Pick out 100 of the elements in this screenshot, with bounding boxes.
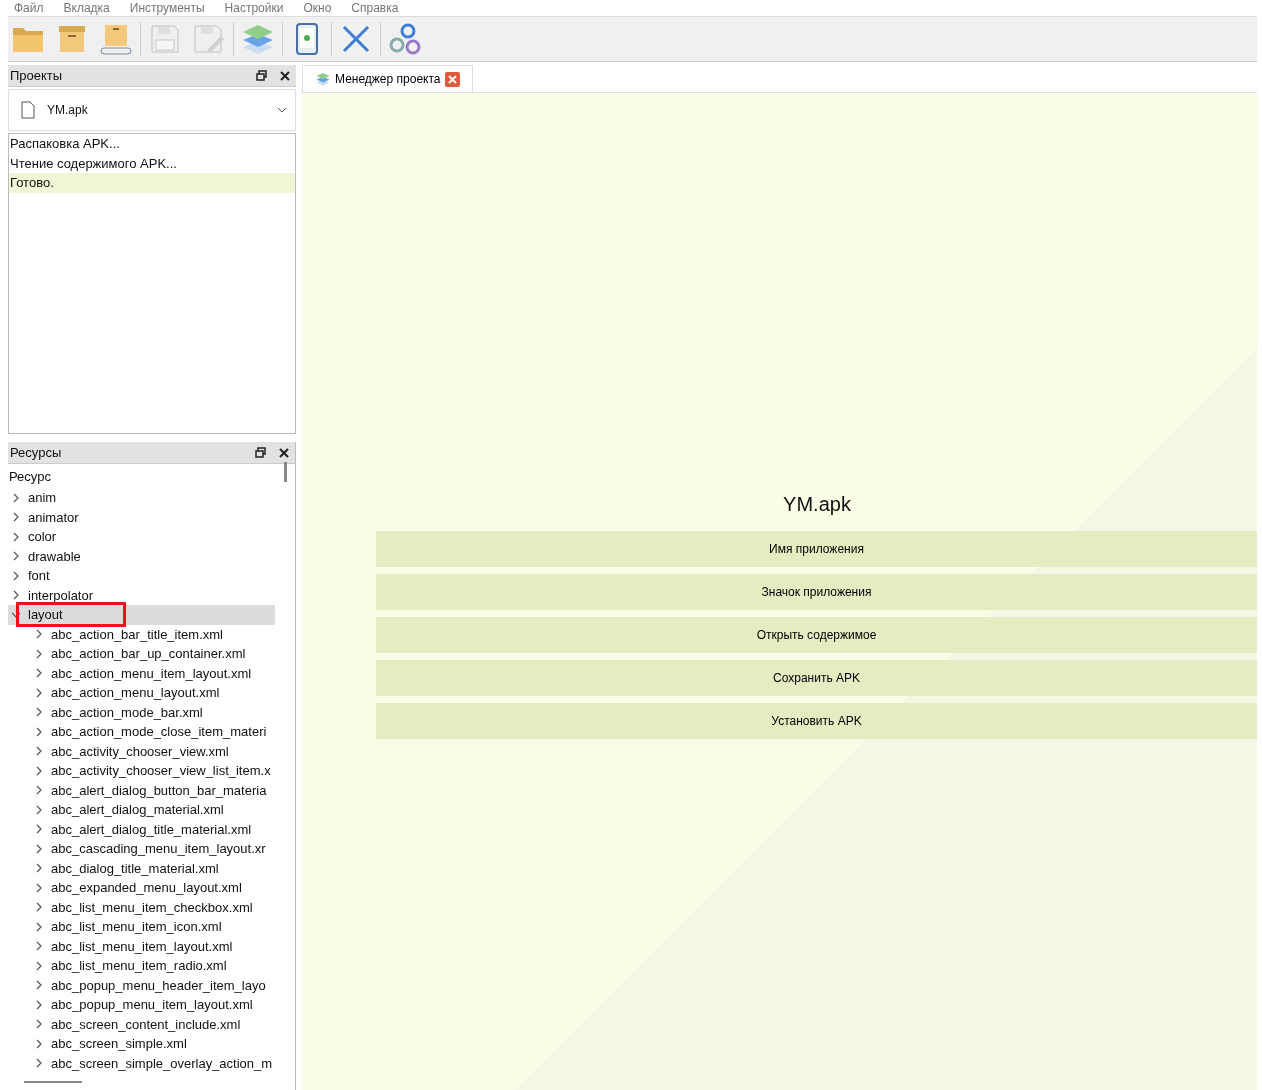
tree-item[interactable]: abc_cascading_menu_item_layout.xr — [8, 839, 275, 859]
chevron-right-icon[interactable] — [12, 551, 20, 562]
chevron-right-icon[interactable] — [35, 804, 43, 815]
tree-item[interactable]: abc_screen_content_include.xml — [8, 1014, 275, 1034]
tree-item[interactable]: drawable — [8, 546, 275, 566]
action-button[interactable]: Установить APK — [376, 703, 1257, 739]
tree-item[interactable]: font — [8, 566, 275, 586]
menu-item[interactable]: Настройки — [224, 1, 284, 15]
chevron-down-icon — [277, 107, 287, 113]
tree-item[interactable]: animator — [8, 507, 275, 527]
tree-item[interactable]: abc_action_mode_close_item_materi — [8, 722, 275, 742]
tree-item[interactable]: abc_action_menu_item_layout.xml — [8, 663, 275, 683]
close-button[interactable] — [277, 445, 291, 460]
chevron-right-icon[interactable] — [35, 765, 43, 776]
panel-title: Проекты — [10, 68, 64, 83]
project-select[interactable]: YM.apk — [8, 89, 296, 131]
tree-item[interactable]: abc_action_menu_layout.xml — [8, 683, 275, 703]
tree-item[interactable]: layout — [8, 605, 275, 625]
chevron-right-icon[interactable] — [35, 707, 43, 718]
chevron-right-icon[interactable] — [35, 648, 43, 659]
float-button[interactable] — [253, 445, 267, 460]
tree-item[interactable]: abc_action_mode_bar.xml — [8, 702, 275, 722]
tree-item[interactable]: abc_popup_menu_item_layout.xml — [8, 995, 275, 1015]
chevron-right-icon[interactable] — [12, 531, 20, 542]
menu-item[interactable]: Файл — [14, 1, 44, 15]
tree-item[interactable]: abc_activity_chooser_view.xml — [8, 741, 275, 761]
phone-icon — [296, 23, 318, 55]
action-button[interactable]: Открыть содержимое — [376, 617, 1257, 653]
chevron-right-icon[interactable] — [35, 785, 43, 796]
tree-item[interactable]: abc_action_bar_up_container.xml — [8, 644, 275, 664]
box-on-conveyor-icon — [100, 23, 132, 55]
chevron-right-icon[interactable] — [12, 590, 20, 601]
project-title: YM.apk — [782, 493, 852, 516]
tree-item[interactable]: abc_list_menu_item_checkbox.xml — [8, 897, 275, 917]
chevron-right-icon[interactable] — [35, 882, 43, 893]
float-button[interactable] — [254, 68, 268, 83]
tree-item[interactable]: abc_expanded_menu_layout.xml — [8, 878, 275, 898]
close-icon[interactable] — [444, 71, 460, 87]
menu-item[interactable]: Окно — [303, 1, 332, 15]
tree-item[interactable]: abc_list_menu_item_layout.xml — [8, 936, 275, 956]
chevron-right-icon[interactable] — [12, 492, 20, 503]
chevron-right-icon[interactable] — [35, 687, 43, 698]
chevron-right-icon[interactable] — [35, 1019, 43, 1030]
box-icon — [57, 24, 87, 54]
tree-item[interactable]: abc_screen_simple_overlay_action_m — [8, 1053, 275, 1073]
chevron-right-icon[interactable] — [35, 629, 43, 640]
chevron-right-icon[interactable] — [35, 863, 43, 874]
close-icon — [279, 447, 289, 458]
action-button[interactable]: Значок приложения — [376, 574, 1257, 610]
chevron-right-icon[interactable] — [35, 980, 43, 991]
folder-icon — [12, 25, 44, 53]
tree-item[interactable]: abc_list_menu_item_radio.xml — [8, 956, 275, 976]
tree-item[interactable]: abc_alert_dialog_material.xml — [8, 800, 275, 820]
layers-icon — [241, 23, 275, 55]
chevron-right-icon[interactable] — [35, 1058, 43, 1069]
menu-item[interactable]: Инструменты — [129, 1, 205, 15]
chevron-right-icon[interactable] — [35, 999, 43, 1010]
chevron-right-icon[interactable] — [35, 960, 43, 971]
menu-item[interactable]: Вкладка — [63, 1, 110, 15]
tree-item[interactable]: anim — [8, 488, 275, 508]
chevron-right-icon[interactable] — [35, 824, 43, 835]
log-line[interactable]: Чтение содержимого APK... — [9, 153, 295, 173]
menu-item[interactable]: Справка — [351, 1, 399, 15]
chevron-right-icon[interactable] — [35, 1038, 43, 1049]
tree-item[interactable]: interpolator — [8, 585, 275, 605]
float-window-icon — [255, 70, 267, 81]
action-button[interactable]: Сохранить APK — [376, 660, 1257, 696]
close-icon — [280, 70, 290, 81]
log-line[interactable]: Распаковка APK... — [9, 134, 295, 154]
panel-title: Ресурсы — [10, 445, 63, 460]
column-header[interactable]: Ресурс — [8, 464, 295, 488]
scrollbar-thumb[interactable] — [24, 1081, 82, 1083]
close-icon — [341, 24, 371, 54]
file-icon — [21, 101, 35, 119]
tree-item[interactable]: abc_screen_simple.xml — [8, 1034, 275, 1054]
tree-item[interactable]: abc_alert_dialog_title_material.xml — [8, 819, 275, 839]
tree-item[interactable]: abc_dialog_title_material.xml — [8, 858, 275, 878]
chevron-right-icon[interactable] — [35, 902, 43, 913]
tree-item[interactable]: color — [8, 527, 275, 547]
action-button[interactable]: Имя приложения — [376, 531, 1257, 567]
tree-item[interactable]: abc_action_bar_title_item.xml — [8, 624, 275, 644]
tree-item[interactable]: abc_activity_chooser_view_list_item.x — [8, 761, 275, 781]
chevron-right-icon[interactable] — [35, 668, 43, 679]
chevron-right-icon[interactable] — [35, 941, 43, 952]
tree-item[interactable]: abc_list_menu_item_icon.xml — [8, 917, 275, 937]
chevron-right-icon[interactable] — [35, 843, 43, 854]
chevron-right-icon[interactable] — [12, 570, 20, 581]
tab[interactable]: Менеджер проекта — [302, 65, 473, 92]
chevron-right-icon[interactable] — [35, 921, 43, 932]
tree-item[interactable]: abc_popup_menu_header_item_layo — [8, 975, 275, 995]
scrollbar-thumb[interactable] — [284, 462, 287, 482]
float-window-icon — [254, 447, 266, 458]
chevron-right-icon[interactable] — [12, 512, 20, 523]
layers-icon — [315, 72, 331, 86]
chevron-right-icon[interactable] — [35, 726, 43, 737]
tree-item[interactable]: abc_alert_dialog_button_bar_materia — [8, 780, 275, 800]
chevron-right-icon[interactable] — [35, 746, 43, 757]
close-button[interactable] — [278, 68, 292, 83]
gears-icon — [388, 23, 422, 55]
floppy-pencil-icon — [193, 24, 225, 54]
